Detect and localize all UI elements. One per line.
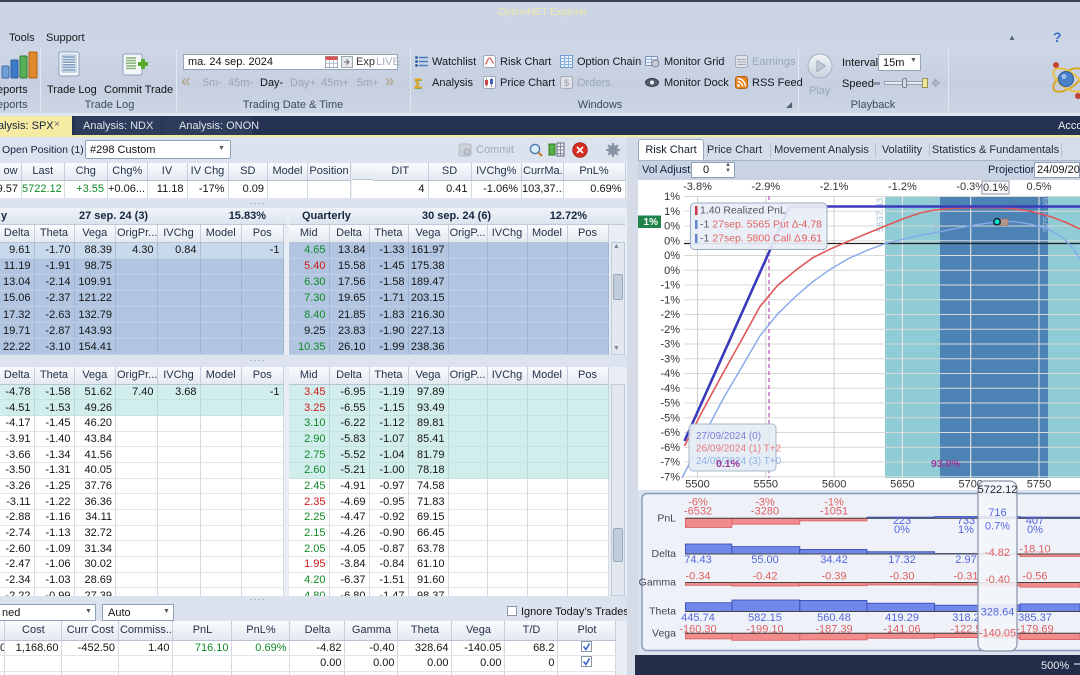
svg-text:-6%: -6% <box>660 427 680 439</box>
svg-text:0%: 0% <box>1027 524 1043 536</box>
svg-text:560.48: 560.48 <box>817 612 851 624</box>
svg-text:-0.40: -0.40 <box>985 574 1010 586</box>
svg-text:-5%: -5% <box>660 412 680 424</box>
svg-text:-7%: -7% <box>660 471 680 483</box>
svg-text:-0.30: -0.30 <box>889 571 914 583</box>
svg-text:-141.06: -141.06 <box>883 624 920 636</box>
svg-text:-6%: -6% <box>660 442 680 454</box>
svg-text:0%: 0% <box>664 235 680 247</box>
svg-text:17.32: 17.32 <box>888 554 916 566</box>
svg-text:-0.56: -0.56 <box>1022 571 1047 583</box>
svg-text:-3280: -3280 <box>751 506 779 518</box>
svg-text:5600: 5600 <box>822 479 846 491</box>
svg-text:-2%: -2% <box>660 324 680 336</box>
svg-text:5722.12: 5722.12 <box>978 484 1018 496</box>
svg-text:1%: 1% <box>664 206 680 218</box>
svg-text:5550: 5550 <box>754 479 778 491</box>
svg-text:1%: 1% <box>664 191 680 203</box>
svg-text:93.0%: 93.0% <box>931 458 961 470</box>
svg-text:-4.78: -4.78 <box>798 219 822 231</box>
svg-text:-0.39: -0.39 <box>821 571 846 583</box>
svg-text:-4.82: -4.82 <box>985 547 1010 559</box>
svg-text:0%: 0% <box>664 265 680 277</box>
svg-text:-4%: -4% <box>660 368 680 380</box>
svg-text:-7%: -7% <box>660 457 680 469</box>
svg-text:0%: 0% <box>664 221 680 233</box>
svg-text:Gamma: Gamma <box>639 577 677 589</box>
svg-text:-0.34: -0.34 <box>685 571 710 583</box>
svg-text:1.40 Realized PnL: 1.40 Realized PnL <box>700 205 786 217</box>
svg-text:$: $ <box>564 78 569 88</box>
svg-text:-199.10: -199.10 <box>746 624 783 636</box>
svg-text:385.37: 385.37 <box>1018 612 1052 624</box>
svg-text:PnL: PnL <box>657 512 676 524</box>
svg-text:-179.69: -179.69 <box>1016 624 1053 636</box>
svg-text:-3%: -3% <box>660 353 680 365</box>
svg-text:419.29: 419.29 <box>885 612 919 624</box>
svg-text:328.64: 328.64 <box>981 607 1015 619</box>
svg-text:5750: 5750 <box>1027 479 1051 491</box>
svg-text:-1%: -1% <box>660 294 680 306</box>
svg-text:-5%: -5% <box>660 398 680 410</box>
svg-text:-1%: -1% <box>660 280 680 292</box>
svg-text:-2.9%: -2.9% <box>751 181 780 193</box>
svg-text:5500: 5500 <box>685 479 709 491</box>
svg-text:-1.2%: -1.2% <box>888 181 917 193</box>
svg-text:5678.15: 5678.15 <box>931 198 942 232</box>
svg-text:0.1%: 0.1% <box>983 182 1008 194</box>
svg-text:-1 27sep. 5565 Put Δ: -1 27sep. 5565 Put Δ <box>700 219 799 231</box>
svg-text:0%: 0% <box>664 250 680 262</box>
svg-text:0.5%: 0.5% <box>1026 181 1051 193</box>
svg-text:-3.8%: -3.8% <box>683 181 712 193</box>
svg-text:2.97: 2.97 <box>955 554 976 566</box>
svg-text:318.2: 318.2 <box>952 612 980 624</box>
svg-text:-1 27sep. 5800 Call Δ: -1 27sep. 5800 Call Δ <box>700 233 801 245</box>
svg-text:1%: 1% <box>644 217 659 228</box>
svg-text:-122.5: -122.5 <box>950 624 981 636</box>
svg-text:Vega: Vega <box>652 627 676 639</box>
svg-text:-187.39: -187.39 <box>815 624 852 636</box>
svg-text:-0.3%: -0.3% <box>956 181 985 193</box>
svg-text:445.74: 445.74 <box>681 612 715 624</box>
svg-text:-3%: -3% <box>660 339 680 351</box>
svg-text:0%: 0% <box>894 524 910 536</box>
svg-text:Delta: Delta <box>651 548 676 560</box>
svg-text:-18.10: -18.10 <box>1019 544 1050 556</box>
svg-text:716: 716 <box>988 507 1006 519</box>
svg-text:34.42: 34.42 <box>820 554 848 566</box>
svg-text:26/09/2024 (1) T+2: 26/09/2024 (1) T+2 <box>696 444 782 455</box>
svg-text:Theta: Theta <box>649 606 676 618</box>
svg-text:-2.1%: -2.1% <box>820 181 849 193</box>
svg-text:55.00: 55.00 <box>751 554 779 566</box>
svg-text:-1051: -1051 <box>820 506 848 518</box>
svg-text:-140.05: -140.05 <box>979 628 1016 640</box>
svg-text:-6532: -6532 <box>684 506 712 518</box>
svg-text:74.43: 74.43 <box>684 554 712 566</box>
svg-text:-2%: -2% <box>660 309 680 321</box>
svg-text:-4%: -4% <box>660 383 680 395</box>
svg-text:-0.31: -0.31 <box>953 571 978 583</box>
svg-text:1%: 1% <box>958 524 974 536</box>
svg-text:582.15: 582.15 <box>748 612 782 624</box>
svg-text:-0.42: -0.42 <box>752 571 777 583</box>
svg-text:0.1%: 0.1% <box>716 458 741 470</box>
svg-text:5650: 5650 <box>890 479 914 491</box>
svg-text:-160.30: -160.30 <box>679 624 716 636</box>
svg-text:9.61: 9.61 <box>802 233 823 245</box>
svg-text:0.7%: 0.7% <box>985 521 1010 533</box>
svg-text:27/09/2024 (0): 27/09/2024 (0) <box>696 431 761 442</box>
